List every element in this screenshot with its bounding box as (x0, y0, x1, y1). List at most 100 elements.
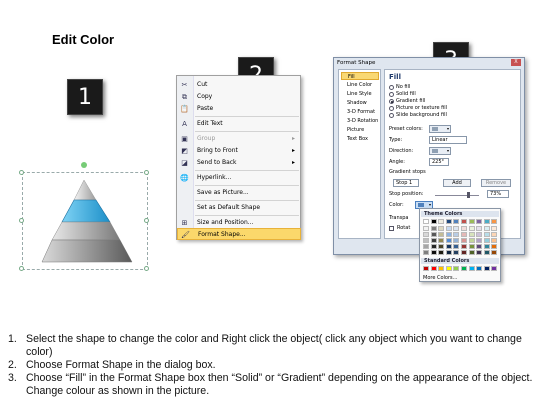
color-swatch[interactable] (491, 232, 498, 237)
pyramid-shape[interactable] (19, 162, 150, 271)
color-swatch[interactable] (423, 244, 429, 249)
color-swatch[interactable] (476, 232, 483, 237)
menu-item-copy[interactable]: ⧉ Copy (177, 91, 301, 103)
color-swatch[interactable] (430, 232, 437, 237)
color-swatch[interactable] (445, 219, 452, 224)
color-swatch[interactable] (491, 238, 498, 243)
color-swatch[interactable] (445, 244, 452, 249)
stop-position-input[interactable]: 73% (487, 190, 509, 198)
color-swatch[interactable] (491, 244, 498, 249)
menu-item-set-default-shape[interactable]: Set as Default Shape (177, 202, 301, 214)
radio-solid-fill[interactable]: Solid fill (389, 91, 416, 98)
color-swatch[interactable] (438, 250, 445, 255)
color-swatch[interactable] (461, 219, 467, 224)
color-swatch[interactable] (453, 226, 460, 231)
color-swatch[interactable] (491, 250, 498, 255)
color-swatch[interactable] (461, 232, 467, 237)
color-swatch[interactable] (491, 219, 498, 224)
color-swatch[interactable] (423, 219, 429, 224)
menu-item-paste[interactable]: 📋 Paste (177, 103, 301, 115)
menu-item-save-as-picture[interactable]: Save as Picture... (177, 187, 301, 199)
color-swatch[interactable] (468, 266, 475, 271)
category-line-color[interactable]: Line Color (341, 81, 379, 89)
color-swatch[interactable] (483, 232, 490, 237)
category-line-style[interactable]: Line Style (341, 90, 379, 98)
color-swatch[interactable] (430, 244, 437, 249)
category-picture[interactable]: Picture (341, 126, 379, 134)
color-swatch[interactable] (423, 238, 429, 243)
color-swatch[interactable] (438, 244, 445, 249)
category-3d-rotation[interactable]: 3-D Rotation (341, 117, 379, 125)
color-swatch[interactable] (476, 250, 483, 255)
color-swatch[interactable] (483, 226, 490, 231)
color-swatch[interactable] (491, 226, 498, 231)
color-swatch[interactable] (483, 266, 490, 271)
stop-position-slider[interactable] (435, 195, 479, 196)
color-swatch[interactable] (453, 219, 460, 224)
color-swatch[interactable] (423, 250, 429, 255)
color-swatch[interactable] (430, 226, 437, 231)
menu-item-hyperlink[interactable]: 🌐 Hyperlink... (177, 172, 301, 184)
preset-colors-button[interactable]: ▾ (429, 125, 451, 133)
color-swatch[interactable] (491, 266, 498, 271)
color-swatch[interactable] (476, 238, 483, 243)
color-swatch[interactable] (468, 226, 475, 231)
stop-select[interactable]: Stop 1 (393, 179, 419, 187)
add-stop-button[interactable]: Add (443, 179, 471, 187)
color-swatch[interactable] (483, 244, 490, 249)
color-swatch[interactable] (445, 266, 452, 271)
slider-thumb[interactable] (467, 192, 470, 198)
color-swatch[interactable] (476, 219, 483, 224)
color-swatch[interactable] (483, 250, 490, 255)
color-swatch[interactable] (438, 266, 445, 271)
color-swatch[interactable] (423, 232, 429, 237)
color-swatch[interactable] (430, 250, 437, 255)
type-select[interactable]: Linear (429, 136, 467, 144)
color-swatch[interactable] (468, 232, 475, 237)
close-button[interactable]: X (511, 59, 521, 66)
color-swatch[interactable] (423, 266, 429, 271)
color-swatch[interactable] (461, 226, 467, 231)
color-swatch[interactable] (453, 250, 460, 255)
color-swatch[interactable] (438, 232, 445, 237)
color-swatch[interactable] (461, 266, 467, 271)
color-swatch[interactable] (453, 244, 460, 249)
color-swatch[interactable] (430, 219, 437, 224)
menu-item-send-to-back[interactable]: ◪ Send to Back ▸ (177, 157, 301, 169)
menu-item-bring-to-front[interactable]: ◩ Bring to Front ▸ (177, 145, 301, 157)
menu-item-format-shape[interactable]: 🖌 Format Shape... (177, 228, 301, 240)
radio-no-fill[interactable]: No fill (389, 84, 410, 91)
color-swatch[interactable] (468, 219, 475, 224)
category-3d-format[interactable]: 3-D Format (341, 108, 379, 116)
color-swatch[interactable] (453, 232, 460, 237)
color-swatch[interactable] (438, 219, 445, 224)
color-swatch[interactable] (468, 250, 475, 255)
color-swatch[interactable] (468, 238, 475, 243)
menu-item-edit-text[interactable]: A Edit Text (177, 118, 301, 130)
category-shadow[interactable]: Shadow (341, 99, 379, 107)
category-fill[interactable]: Fill (341, 72, 379, 80)
radio-slide-background-fill[interactable]: Slide background fill (389, 112, 447, 119)
color-swatch[interactable] (483, 219, 490, 224)
menu-item-group[interactable]: ▣ Group ▸ (177, 133, 301, 145)
color-swatch[interactable] (445, 232, 452, 237)
color-swatch[interactable] (461, 250, 467, 255)
more-colors-link[interactable]: More Colors... (423, 275, 457, 281)
color-swatch[interactable] (430, 266, 437, 271)
color-swatch[interactable] (476, 244, 483, 249)
color-swatch[interactable] (468, 244, 475, 249)
angle-input[interactable]: 225° (429, 158, 449, 166)
color-swatch[interactable] (476, 266, 483, 271)
category-text-box[interactable]: Text Box (341, 135, 379, 143)
color-swatch[interactable] (438, 226, 445, 231)
direction-button[interactable]: ▾ (429, 147, 451, 155)
color-swatch[interactable] (453, 266, 460, 271)
color-swatch[interactable] (461, 244, 467, 249)
color-swatch[interactable] (445, 226, 452, 231)
color-swatch[interactable] (461, 238, 467, 243)
radio-gradient-fill[interactable]: Gradient fill (389, 98, 425, 105)
color-swatch[interactable] (483, 238, 490, 243)
color-swatch[interactable] (476, 226, 483, 231)
color-swatch[interactable] (438, 238, 445, 243)
color-swatch[interactable] (445, 250, 452, 255)
